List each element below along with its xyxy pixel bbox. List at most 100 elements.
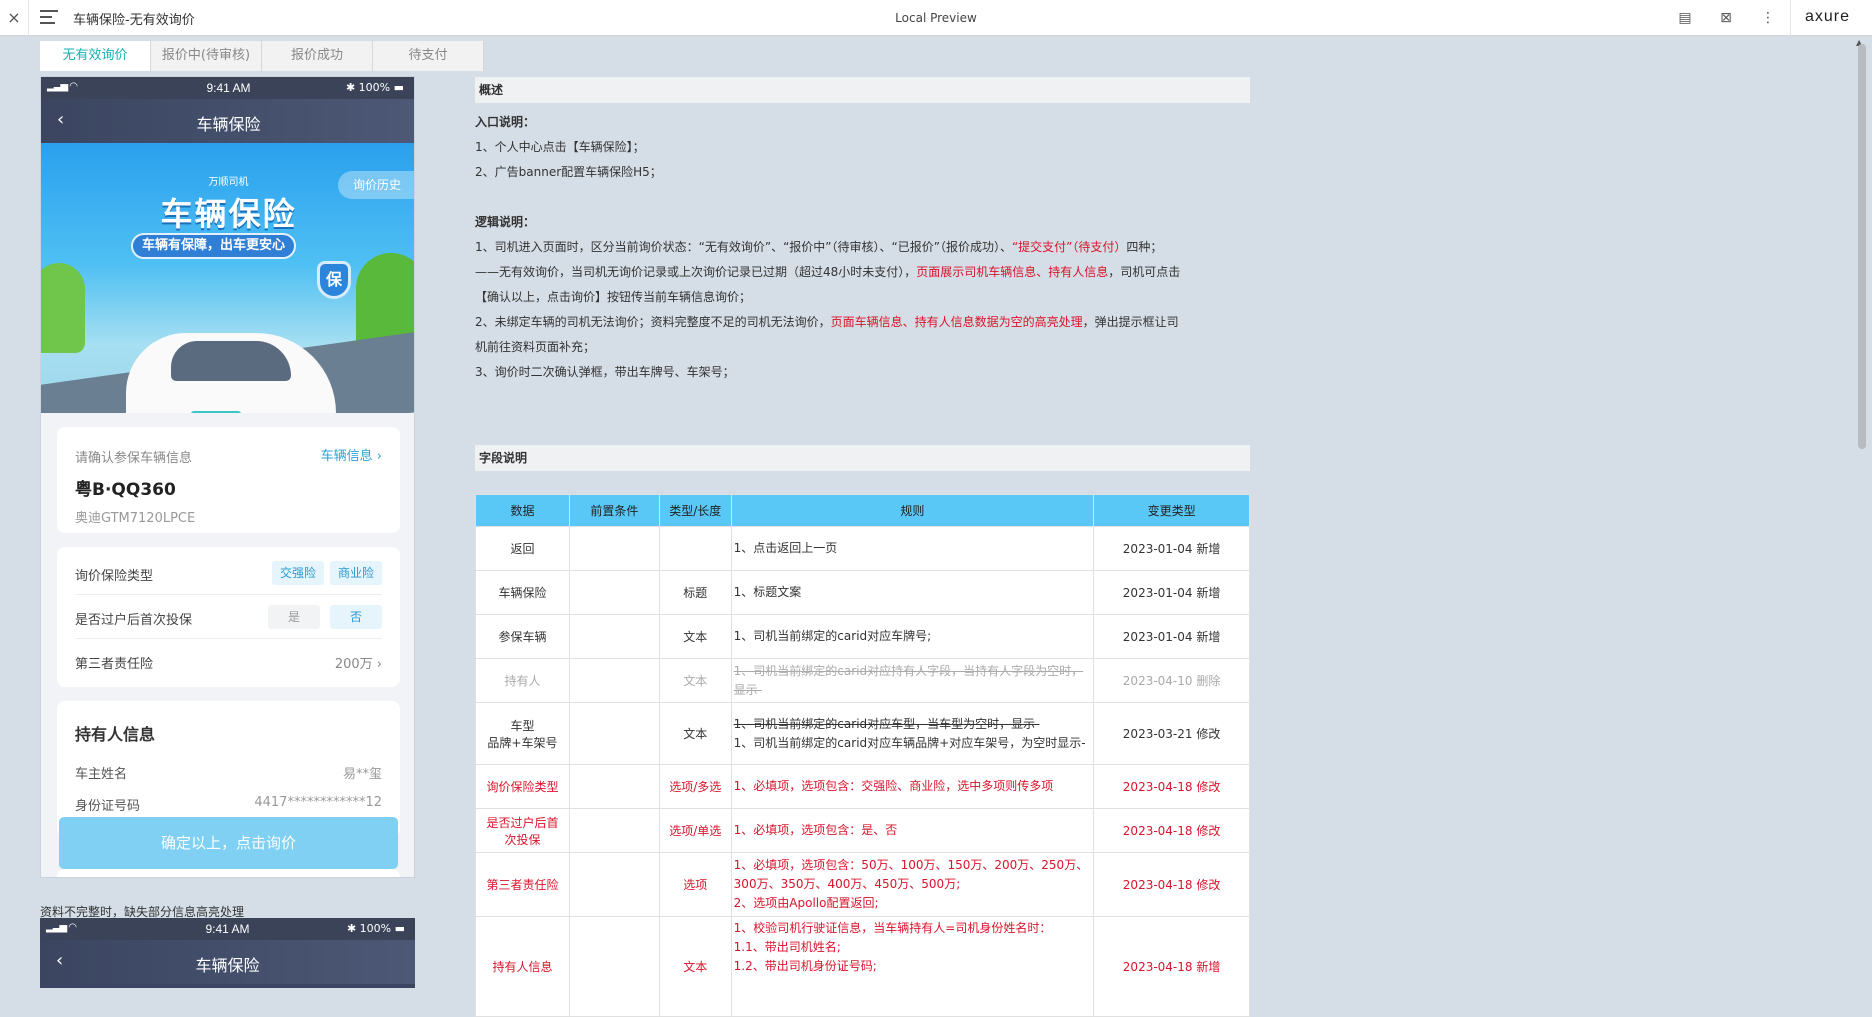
holder-title: 持有人信息 [75, 725, 156, 744]
page-title: 车辆保险-无有效询价 [73, 13, 195, 28]
cell-type: 文本 [658, 658, 732, 703]
cell-type: 选项 [658, 852, 732, 917]
id-number-value: 4417************12 [254, 795, 382, 810]
owner-name-value: 易**玺 [342, 767, 382, 782]
cell-pre [568, 614, 660, 659]
state-tabs: 无有效询价 报价中(待审核) 报价成功 待支付 [40, 41, 484, 71]
cell-data: 持有人信息 [475, 916, 570, 1017]
chip-compulsory[interactable]: 交强险 [272, 561, 324, 585]
first-insure-row: 是否过户后首次投保 是 否 [75, 595, 382, 639]
cell-change: 2023-04-18 新增 [1093, 916, 1250, 1017]
cell-change: 2023-01-04 新增 [1093, 570, 1250, 615]
cell-pre [568, 658, 660, 703]
battery-indicator: ✱ 100% ▬ [346, 922, 405, 935]
table-row: 第三者责任险 选项 1、必填项，选项包含：50万、100万、150万、200万、… [475, 852, 1250, 917]
col-header: 变更类型 [1093, 494, 1250, 527]
cell-rule: 1、司机当前绑定的carid对应车牌号; [730, 614, 1095, 659]
col-header: 类型/长度 [658, 494, 732, 527]
cell-rule: 1、司机当前绑定的carid对应持有人字段，当持有人字段为空时，显示- [730, 658, 1095, 703]
vehicle-confirm-label: 请确认参保车辆信息 [75, 451, 193, 466]
chip-commercial[interactable]: 商业险 [330, 561, 382, 585]
tab-quoting[interactable]: 报价中(待审核) [151, 41, 262, 71]
notes-icon[interactable]: ▤ [1676, 9, 1694, 27]
divider [28, 0, 29, 36]
table-row: 持有人 文本 1、司机当前绑定的carid对应持有人字段，当持有人字段为空时，显… [475, 658, 1250, 703]
cell-change: 2023-04-18 修改 [1093, 808, 1250, 853]
cell-data: 是否过户后首 次投保 [475, 808, 570, 853]
cell-change: 2023-03-21 修改 [1093, 702, 1250, 765]
chip-yes[interactable]: 是 [268, 605, 320, 629]
tab-quote-success[interactable]: 报价成功 [262, 41, 373, 71]
close-icon[interactable]: × [6, 8, 22, 28]
battery-indicator: ✱ 100% ▬ [345, 81, 404, 94]
status-bar: ▂▃▅ ◠ 9:41 AM ✱ 100% ▬ [41, 77, 414, 99]
more-icon[interactable]: ⋮ [1759, 9, 1777, 27]
cell-pre [568, 852, 660, 917]
owner-name-label: 车主姓名 [75, 767, 128, 782]
cell-pre [568, 764, 660, 809]
cell-rule: 1、必填项，选项包含：是、否 [730, 808, 1095, 853]
cell-data: 返回 [475, 526, 570, 571]
phone-mockup-2: ▂▃▅ ◠ 9:41 AM ✱ 100% ▬ ‹ 车辆保险 [40, 918, 415, 988]
cell-rule: 1、必填项，选项包含：50万、100万、150万、200万、250万、300万、… [730, 852, 1095, 917]
cell-data: 车型 品牌+车架号 [475, 702, 570, 765]
phone-mockup: ▂▃▅ ◠ 9:41 AM ✱ 100% ▬ ‹ 车辆保险 万顺司机 车辆保险 … [40, 76, 415, 878]
chevron-right-icon: › [376, 449, 382, 464]
table-row: 车型 品牌+车架号 文本 1、司机当前绑定的carid对应车型，当车型为空时，显… [475, 702, 1250, 765]
table-row: 是否过户后首 次投保 选项/单选 1、必填项，选项包含：是、否 2023-04-… [475, 808, 1250, 853]
logic-title: 逻辑说明： [475, 215, 536, 229]
menu-icon[interactable] [40, 10, 58, 26]
insurance-type-label: 询价保险类型 [75, 569, 154, 584]
cell-type [658, 526, 732, 571]
nav-bar: ‹ 车辆保险 [40, 940, 415, 984]
tab-no-valid-quote[interactable]: 无有效询价 [40, 41, 151, 71]
cell-type: 选项/多选 [658, 764, 732, 809]
cell-pre [568, 808, 660, 853]
plate-number: 粤B·QQ360 [75, 480, 176, 500]
shield-icon: 保 [317, 261, 351, 299]
status-bar: ▂▃▅ ◠ 9:41 AM ✱ 100% ▬ [40, 918, 415, 940]
cell-pre [568, 702, 660, 765]
cell-change: 2023-01-04 新增 [1093, 526, 1250, 571]
chevron-right-icon: › [376, 657, 382, 672]
col-header: 前置条件 [568, 494, 660, 527]
cell-type: 文本 [658, 916, 732, 1017]
cell-data: 持有人 [475, 658, 570, 703]
tab-pending-payment[interactable]: 待支付 [373, 41, 484, 71]
spec-document: 概述 入口说明： 1、个人中心点击【车辆保险】； 2、广告banner配置车辆保… [475, 36, 1255, 1017]
vehicle-model: 奥迪GTM7120LPCE [75, 511, 196, 526]
entry-line-1: 1、个人中心点击【车辆保险】； [475, 140, 645, 154]
axure-logo: axure [1805, 8, 1851, 25]
logic-line-2: ——无有效询价，当司机无询价记录或上次询价记录已过期（超过48小时未支付），页面… [475, 265, 1181, 279]
next-card [57, 869, 400, 877]
cell-pre [568, 570, 660, 615]
nav-bar: ‹ 车辆保险 [41, 99, 414, 143]
inspect-icon[interactable]: ⊠ [1717, 9, 1735, 27]
table-header-row: 数据 前置条件 类型/长度 规则 变更类型 [475, 494, 1250, 527]
cell-type: 选项/单选 [658, 808, 732, 853]
table-row: 询价保险类型 选项/多选 1、必填项，选项包含：交强险、商业险，选中多项则传多项… [475, 764, 1250, 809]
logic-line-4: 2、未绑定车辆的司机无法询价；资料完整度不足的司机无法询价，页面车辆信息、持有人… [475, 315, 1179, 329]
cell-change: 2023-04-18 修改 [1093, 764, 1250, 809]
top-bar: × 车辆保险-无有效询价 Local Preview ▤ ⊠ ⋮ axure [0, 0, 1872, 36]
third-party-label: 第三者责任险 [75, 657, 154, 672]
cell-rule: 1、标题文案 [730, 570, 1095, 615]
vertical-scrollbar[interactable] [1858, 44, 1866, 449]
confirm-quote-button[interactable]: 确定以上，点击询价 [59, 817, 398, 869]
chip-no[interactable]: 否 [330, 605, 382, 629]
quote-history-button[interactable]: 询价历史 [338, 171, 414, 199]
tree-illustration [41, 263, 85, 353]
cell-data: 车辆保险 [475, 570, 570, 615]
third-party-row[interactable]: 第三者责任险 200万 › [75, 639, 382, 683]
car-plate-illustration [191, 411, 241, 413]
logic-line-3: 【确认以上，点击询价】按钮传当前车辆信息询价； [475, 290, 752, 304]
id-number-label: 身份证号码 [75, 799, 141, 814]
cell-change: 2023-01-04 新增 [1093, 614, 1250, 659]
car-window [171, 341, 291, 381]
cell-pre [568, 526, 660, 571]
logic-line-1: 1、司机进入页面时，区分当前询价状态：“无有效询价”、“报价中”（待审核）、“已… [475, 240, 1163, 254]
cell-data: 询价保险类型 [475, 764, 570, 809]
options-card: 询价保险类型 交强险 商业险 是否过户后首次投保 是 否 第三者责任险 200万… [57, 547, 400, 687]
vehicle-info-link[interactable]: 车辆信息 › [321, 445, 382, 464]
col-header: 规则 [730, 494, 1095, 527]
